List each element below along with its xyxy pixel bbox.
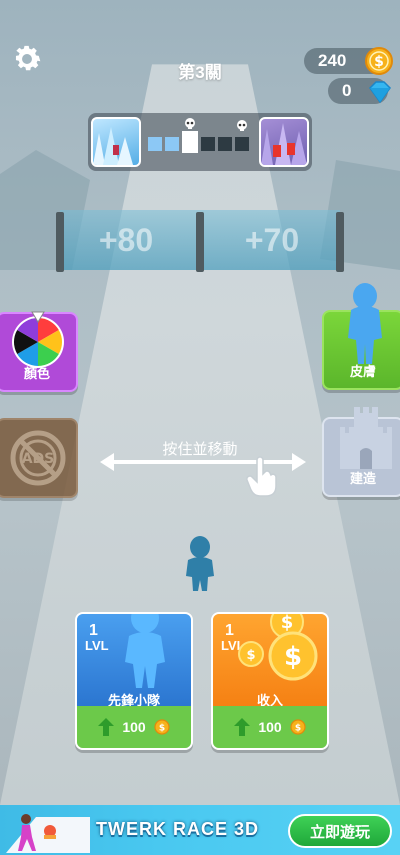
svg-text:$: $	[284, 642, 302, 672]
ad-banner[interactable]: TWERK RACE 3D 立即遊玩	[0, 805, 400, 855]
boss-stage-thumbnail	[259, 117, 309, 167]
income-upgrade-button[interactable]: 100 $	[213, 706, 327, 748]
gem-counter: 0	[328, 78, 391, 104]
svg-text:$: $	[281, 612, 294, 633]
svg-text:$: $	[159, 724, 165, 734]
gate-bonus-right: +70	[244, 222, 300, 258]
upgrade-arrow-icon	[98, 718, 115, 736]
play-now-button[interactable]: 立即遊玩	[288, 814, 392, 848]
pointing-hand-icon	[246, 456, 277, 497]
upgrade-arrow-icon	[234, 718, 251, 736]
coin-icon: $	[290, 719, 306, 735]
character-skin-icon	[348, 283, 382, 364]
build-button-label: 建造	[349, 471, 376, 486]
coin-icon: $	[154, 719, 170, 735]
vanguard-upgrade-button[interactable]: 100 $	[77, 706, 191, 748]
player-character[interactable]	[183, 536, 217, 592]
gate-post-middle	[196, 212, 204, 272]
vanguard-level-label: LVL	[85, 638, 109, 653]
soldier-icon	[125, 614, 165, 688]
skin-button-label: 皮膚	[349, 364, 376, 379]
gate-bonus-left: +80	[98, 222, 154, 258]
gem-count: 0	[342, 81, 352, 100]
level-progress	[88, 113, 312, 171]
income-upgrade-card[interactable]: 1 LVL $ $ $ 收入 100 $	[211, 612, 329, 750]
svg-text:$: $	[295, 724, 301, 734]
game-scene[interactable]: +80 +70 第3關 240 $ 0 顏色 ADS 皮膚 建造 按住並移動 1…	[0, 0, 400, 805]
coin-icon: $	[365, 47, 393, 75]
skin-button[interactable]: 皮膚	[322, 283, 400, 390]
coin-counter: 240 $	[304, 47, 393, 75]
svg-text:$: $	[374, 54, 384, 70]
vanguard-cost: 100	[122, 719, 146, 735]
gate-post-left	[56, 212, 64, 272]
coins-stack-icon: $ $ $	[238, 612, 318, 681]
color-button[interactable]: 顏色	[0, 311, 78, 392]
gate-post-right	[336, 212, 344, 272]
ad-game-title: TWERK RACE 3D	[96, 819, 260, 839]
skull-icon	[185, 118, 195, 129]
skull-icon	[237, 120, 247, 131]
diamond-icon	[369, 81, 391, 104]
current-stage-thumbnail	[91, 117, 141, 167]
svg-text:$: $	[246, 648, 255, 663]
income-cost: 100	[258, 719, 282, 735]
color-wheel-icon	[12, 311, 64, 368]
color-button-label: 顏色	[23, 366, 50, 381]
coin-count: 240	[318, 51, 347, 70]
ad-character-thumbnail	[6, 814, 90, 853]
vanguard-upgrade-card[interactable]: 1 LVL 先鋒小隊 100 $	[75, 612, 193, 750]
